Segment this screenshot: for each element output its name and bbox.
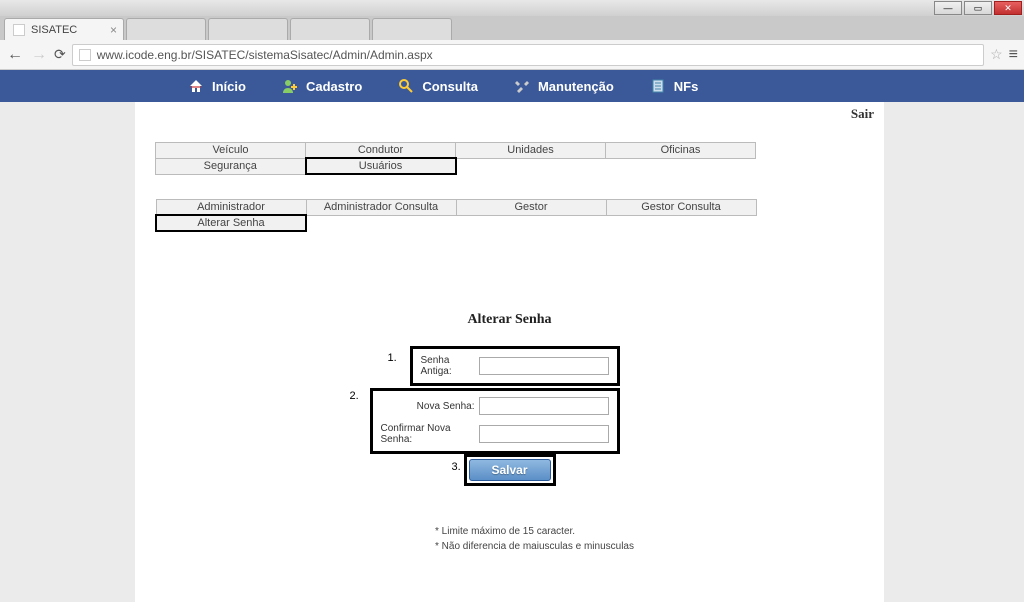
nav-label: Consulta: [422, 79, 478, 94]
main-content: Sair Veículo Condutor Unidades Oficinas …: [135, 102, 884, 602]
footnote-line: * Não diferencia de maiusculas e minuscu…: [435, 541, 864, 552]
home-icon: [188, 78, 204, 94]
footnote-line: * Limite máximo de 15 caracter.: [435, 526, 864, 537]
tab-gestor[interactable]: Gestor: [456, 200, 606, 216]
annotation-3: 3.: [452, 461, 461, 473]
annotation-1: 1.: [388, 352, 397, 364]
browser-menu-icon[interactable]: ≡: [1009, 46, 1018, 64]
old-password-label: Senha Antiga:: [421, 355, 475, 377]
save-button-box: Salvar: [464, 454, 556, 486]
reload-button[interactable]: ⟳: [54, 46, 66, 63]
browser-tab-title: SISATEC: [31, 24, 77, 36]
category-tabs: Veículo Condutor Unidades Oficinas Segur…: [155, 142, 756, 175]
old-password-input[interactable]: [479, 357, 609, 375]
page-body: Início Cadastro Consulta Manutenção NFs: [0, 70, 1024, 602]
browser-tab-inactive[interactable]: [208, 18, 288, 40]
change-password-form: 1. 2. 3. Senha Antiga: Nova Senha: Conf: [380, 346, 640, 486]
confirm-password-label: Confirmar Nova Senha:: [381, 423, 475, 445]
new-password-label: Nova Senha:: [417, 401, 475, 412]
form-title: Alterar Senha: [155, 312, 864, 328]
save-button[interactable]: Salvar: [469, 459, 551, 481]
back-button[interactable]: ←: [6, 46, 24, 64]
page-favicon: [13, 24, 25, 36]
nav-label: NFs: [674, 79, 699, 94]
tab-usuarios[interactable]: Usuários: [306, 158, 456, 174]
user-add-icon: [282, 78, 298, 94]
confirm-password-input[interactable]: [479, 425, 609, 443]
address-bar[interactable]: www.icode.eng.br/SISATEC/sistemaSisatec/…: [72, 44, 984, 66]
tools-icon: [514, 78, 530, 94]
window-minimize-button[interactable]: —: [934, 1, 962, 15]
tab-gestor-consulta[interactable]: Gestor Consulta: [606, 200, 756, 216]
nav-label: Cadastro: [306, 79, 362, 94]
window-titlebar: — ▭ ✕: [0, 0, 1024, 16]
subcategory-tabs: Administrador Administrador Consulta Ges…: [155, 199, 757, 232]
annotation-2: 2.: [350, 390, 359, 402]
nav-consulta[interactable]: Consulta: [380, 70, 496, 102]
footnotes: * Limite máximo de 15 caracter. * Não di…: [435, 526, 864, 552]
tab-oficinas[interactable]: Oficinas: [606, 143, 756, 159]
close-tab-icon[interactable]: ×: [110, 23, 117, 37]
nav-label: Manutenção: [538, 79, 614, 94]
browser-tab-strip: SISATEC ×: [0, 16, 1024, 40]
tab-veiculo[interactable]: Veículo: [156, 143, 306, 159]
nav-nfs[interactable]: NFs: [632, 70, 717, 102]
site-info-icon[interactable]: [79, 49, 91, 61]
tab-unidades[interactable]: Unidades: [456, 143, 606, 159]
tab-administrador-consulta[interactable]: Administrador Consulta: [306, 200, 456, 216]
browser-tab-inactive[interactable]: [372, 18, 452, 40]
url-text: www.icode.eng.br/SISATEC/sistemaSisatec/…: [97, 48, 433, 62]
main-nav-bar: Início Cadastro Consulta Manutenção NFs: [0, 70, 1024, 102]
browser-tab-inactive[interactable]: [126, 18, 206, 40]
document-icon: [650, 78, 666, 94]
old-password-box: Senha Antiga:: [410, 346, 620, 386]
nav-cadastro[interactable]: Cadastro: [264, 70, 380, 102]
right-gutter: [884, 102, 1024, 602]
nav-inicio[interactable]: Início: [170, 70, 264, 102]
tab-condutor[interactable]: Condutor: [306, 143, 456, 159]
new-password-box: Nova Senha: Confirmar Nova Senha:: [370, 388, 620, 454]
browser-nav-toolbar: ← → ⟳ www.icode.eng.br/SISATEC/sistemaSi…: [0, 40, 1024, 70]
new-password-input[interactable]: [479, 397, 609, 415]
browser-tab-inactive[interactable]: [290, 18, 370, 40]
window-close-button[interactable]: ✕: [994, 1, 1022, 15]
tab-administrador[interactable]: Administrador: [156, 200, 306, 216]
nav-manutencao[interactable]: Manutenção: [496, 70, 632, 102]
left-gutter: [0, 102, 135, 602]
nav-label: Início: [212, 79, 246, 94]
window-maximize-button[interactable]: ▭: [964, 1, 992, 15]
browser-tab-active[interactable]: SISATEC ×: [4, 18, 124, 40]
tab-seguranca[interactable]: Segurança: [156, 158, 306, 174]
tab-alterar-senha[interactable]: Alterar Senha: [156, 215, 306, 231]
logout-link[interactable]: Sair: [851, 106, 874, 122]
bookmark-star-icon[interactable]: ☆: [990, 46, 1003, 63]
forward-button[interactable]: →: [30, 46, 48, 64]
search-icon: [398, 78, 414, 94]
